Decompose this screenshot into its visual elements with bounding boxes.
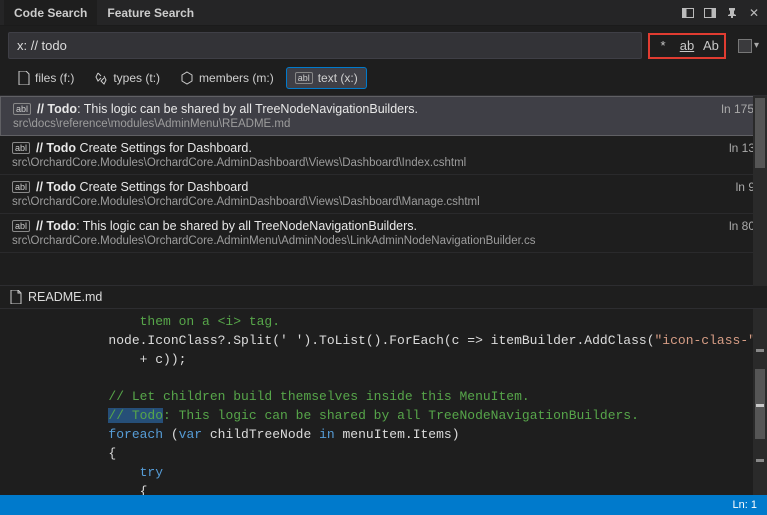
- titlebar: Code Search Feature Search ✕: [0, 0, 767, 26]
- filter-members[interactable]: members (m:): [172, 68, 282, 88]
- search-result[interactable]: abl// Todo Create Settings for Dashboard…: [0, 175, 767, 214]
- match-case-toggle[interactable]: Ab: [700, 36, 722, 56]
- file-icon: [10, 290, 22, 304]
- members-icon: [180, 71, 194, 85]
- filter-label: members (m:): [199, 71, 274, 85]
- preview-file-tab[interactable]: README.md: [0, 286, 767, 309]
- code-scrollbar[interactable]: [753, 309, 767, 495]
- cursor-position: Ln: 1: [733, 499, 757, 511]
- search-result[interactable]: abl// Todo: This logic can be shared by …: [0, 214, 767, 253]
- pin-icon[interactable]: [723, 4, 741, 22]
- filter-text[interactable]: abl text (x:): [286, 67, 367, 89]
- filter-files[interactable]: files (f:): [10, 68, 82, 88]
- code-preview: them on a <i> tag. node.IconClass?.Split…: [0, 309, 767, 495]
- close-icon[interactable]: ✕: [745, 4, 763, 22]
- filter-label: text (x:): [318, 71, 358, 85]
- view-dropdown[interactable]: ▾: [738, 39, 759, 53]
- text-icon: abl: [13, 103, 31, 115]
- file-icon: [18, 71, 30, 85]
- search-options-group: * ab Ab: [648, 33, 726, 59]
- result-line: ln 175: [721, 102, 754, 130]
- code-content[interactable]: them on a <i> tag. node.IconClass?.Split…: [42, 309, 767, 495]
- text-icon: abl: [295, 72, 313, 84]
- result-path: src\docs\reference\modules\AdminMenu\REA…: [13, 118, 418, 130]
- result-line: ln 80: [729, 219, 755, 247]
- text-icon: abl: [12, 142, 30, 154]
- search-row: * ab Ab ▾: [0, 26, 767, 65]
- search-result[interactable]: abl// Todo Create Settings for Dashboard…: [0, 136, 767, 175]
- filter-label: files (f:): [35, 71, 74, 85]
- dock-left-icon[interactable]: [679, 4, 697, 22]
- dock-right-icon[interactable]: [701, 4, 719, 22]
- tab-feature-search[interactable]: Feature Search: [97, 0, 204, 25]
- result-path: src\OrchardCore.Modules\OrchardCore.Admi…: [12, 196, 480, 208]
- filter-bar: files (f:) types (t:) members (m:) abl t…: [0, 65, 767, 96]
- results-panel: abl// Todo: This logic can be shared by …: [0, 96, 767, 286]
- match-whole-word-toggle[interactable]: ab: [676, 36, 698, 56]
- types-icon: [94, 71, 108, 85]
- wildcard-toggle[interactable]: *: [652, 36, 674, 56]
- status-bar: Ln: 1: [0, 495, 767, 515]
- search-result[interactable]: abl// Todo: This logic can be shared by …: [0, 96, 767, 136]
- filter-label: types (t:): [113, 71, 160, 85]
- tab-code-search[interactable]: Code Search: [4, 0, 97, 25]
- result-path: src\OrchardCore.Modules\OrchardCore.Admi…: [12, 235, 536, 247]
- filter-types[interactable]: types (t:): [86, 68, 168, 88]
- text-icon: abl: [12, 220, 30, 232]
- search-input[interactable]: [8, 32, 642, 59]
- result-line: ln 13: [729, 141, 755, 169]
- results-scrollbar[interactable]: [753, 96, 767, 286]
- gutter: [0, 309, 42, 495]
- text-icon: abl: [12, 181, 30, 193]
- result-path: src\OrchardCore.Modules\OrchardCore.Admi…: [12, 157, 466, 169]
- preview-file-name: README.md: [28, 290, 102, 304]
